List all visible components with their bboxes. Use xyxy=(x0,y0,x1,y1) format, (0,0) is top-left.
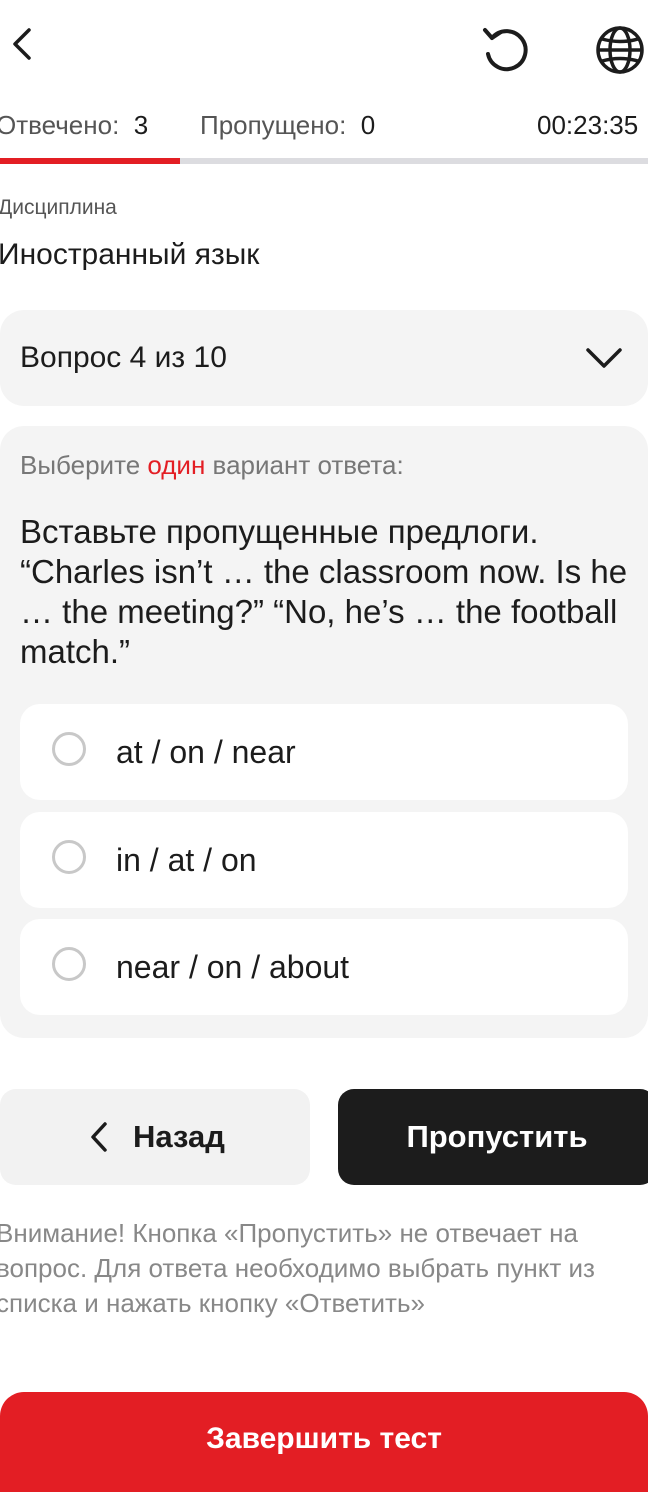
instruction-prefix: Выберите xyxy=(20,450,148,480)
discipline-value: Иностранный язык xyxy=(0,238,260,271)
question-selector-label: Вопрос 4 из 10 xyxy=(20,341,227,374)
answer-option-label: at / on / near xyxy=(116,734,296,770)
skip-notice: Внимание! Кнопка «Пропустить» не отвечае… xyxy=(0,1218,595,1318)
globe-icon xyxy=(596,26,644,74)
chevron-left-icon xyxy=(13,28,31,60)
question-text: Вставьте пропущенные предлоги. “Charles … xyxy=(20,513,628,670)
answer-option[interactable]: near / on / about xyxy=(20,919,628,1015)
answer-option[interactable]: at / on / near xyxy=(20,704,628,800)
discipline-label: Дисциплина xyxy=(0,196,117,219)
rotate-ccw-icon xyxy=(483,28,528,72)
language-button[interactable] xyxy=(594,24,646,76)
reset-button[interactable] xyxy=(480,24,532,76)
back-nav-label: Назад xyxy=(133,1119,225,1154)
finish-test-label: Завершить тест xyxy=(206,1422,442,1455)
progress-bar xyxy=(0,158,648,164)
answered-value: 3 xyxy=(133,110,149,140)
finish-test-button[interactable]: Завершить тест xyxy=(0,1392,648,1492)
instruction-highlight: один xyxy=(147,450,206,480)
skipped-counter: Пропущено: 0 xyxy=(200,110,375,146)
answer-option-label: near / on / about xyxy=(116,949,350,985)
chevron-down-icon xyxy=(586,348,622,368)
back-button[interactable] xyxy=(4,24,44,64)
chevron-left-icon xyxy=(91,1122,107,1152)
radio-button[interactable] xyxy=(52,947,86,981)
answer-instruction: Выберите один вариант ответа: xyxy=(20,450,404,481)
instruction-suffix: вариант ответа: xyxy=(205,450,404,480)
question-selector[interactable]: Вопрос 4 из 10 xyxy=(0,310,648,406)
radio-button[interactable] xyxy=(52,732,86,766)
skipped-value: 0 xyxy=(360,110,376,140)
question-selector-toggle[interactable] xyxy=(584,342,624,374)
skip-button[interactable]: Пропустить xyxy=(338,1089,648,1185)
answer-option-label: in / at / on xyxy=(116,842,257,878)
timer: 00:23:35 xyxy=(537,110,639,140)
answer-option[interactable]: in / at / on xyxy=(20,812,628,908)
radio-button[interactable] xyxy=(52,840,86,874)
skip-label: Пропустить xyxy=(406,1119,588,1154)
answered-counter: Отвечено: 3 xyxy=(0,110,148,146)
progress-bar-fill xyxy=(0,158,180,164)
question-card: Выберите один вариант ответа: Вставьте п… xyxy=(0,426,648,1038)
answered-label: Отвечено: xyxy=(0,110,120,140)
back-nav-button[interactable]: Назад xyxy=(0,1089,310,1185)
skipped-label: Пропущено: xyxy=(200,110,347,140)
